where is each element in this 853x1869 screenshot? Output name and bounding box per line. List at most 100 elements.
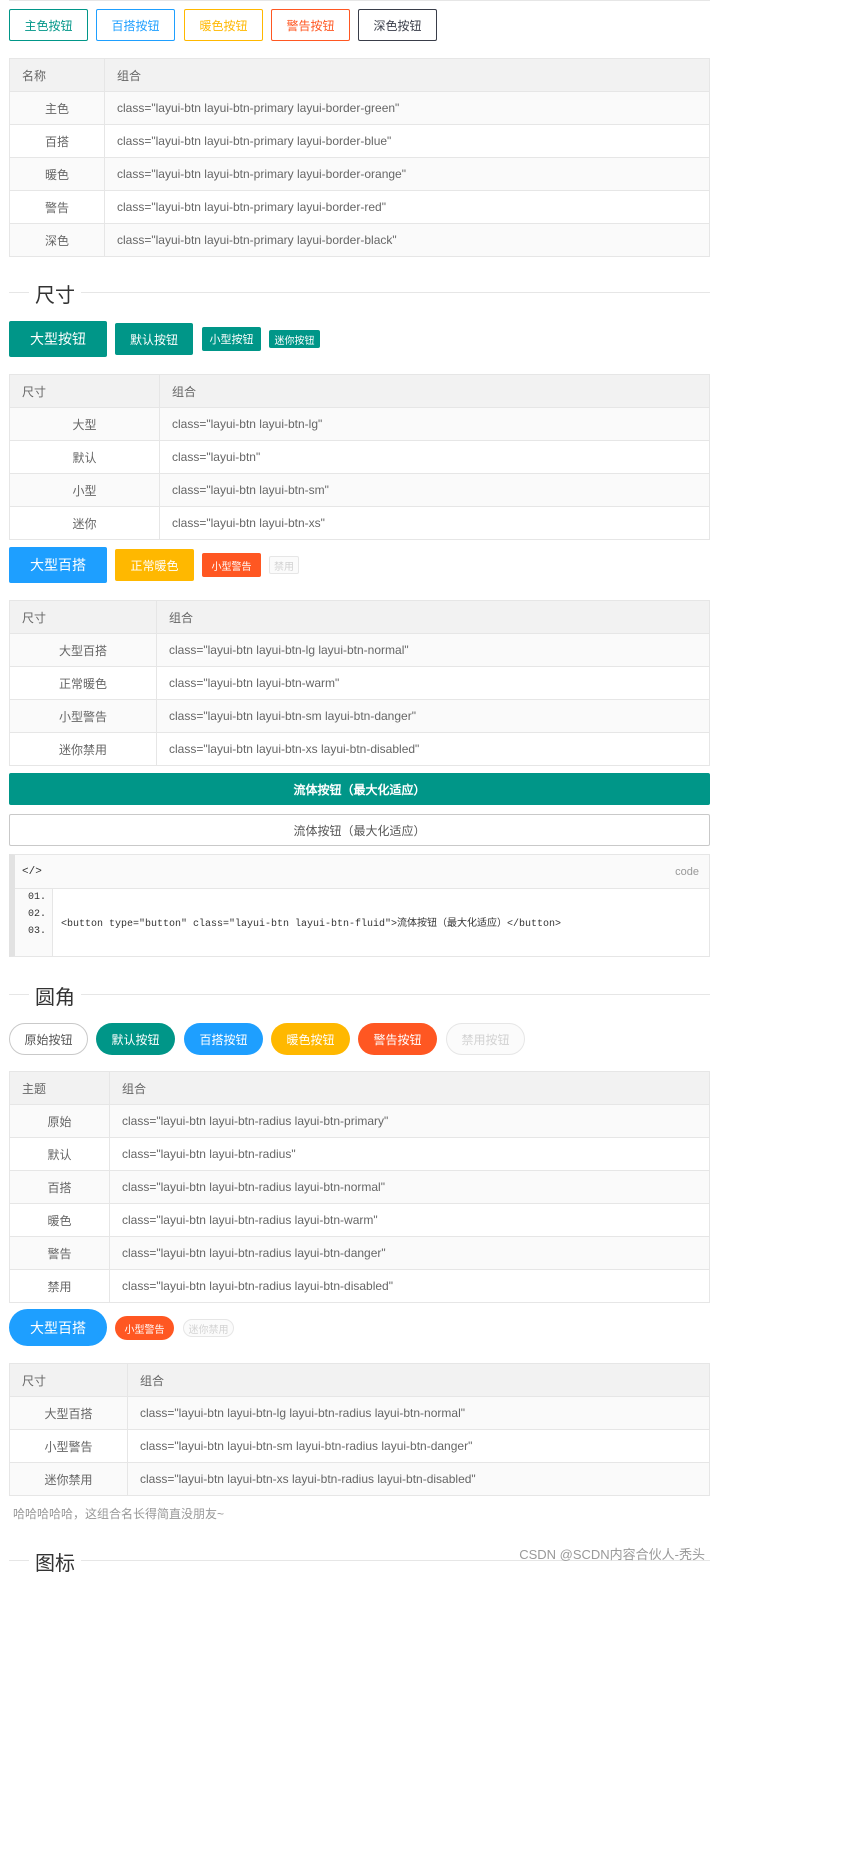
table-row: 大型百搭 class="layui-btn layui-btn-lg layui-… bbox=[9, 1396, 710, 1430]
table-row: 正常暖色 class="layui-btn layui-btn-warm" bbox=[9, 666, 710, 700]
table-cell: class="layui-btn layui-btn-warm" bbox=[156, 666, 710, 700]
table-cell: class="layui-btn layui-btn-primary layui… bbox=[104, 223, 710, 257]
table-header: 尺寸 bbox=[9, 1363, 128, 1397]
default-button[interactable]: 默认按钮 bbox=[115, 323, 193, 355]
radius-class-table: 主题 组合 原始 class="layui-btn layui-btn-radius… bbox=[9, 1071, 710, 1303]
table-cell: class="layui-btn" bbox=[159, 440, 710, 474]
code-header: </> code bbox=[15, 855, 709, 889]
table-cell: 禁用 bbox=[9, 1269, 110, 1303]
table-header: 组合 bbox=[156, 600, 710, 634]
table-cell: class="layui-btn layui-btn-xs layui-btn-… bbox=[156, 732, 710, 766]
table-cell: class="layui-btn layui-btn-primary layui… bbox=[104, 124, 710, 158]
table-cell: class="layui-btn layui-btn-lg" bbox=[159, 407, 710, 441]
border-black-button[interactable]: 深色按钮 bbox=[358, 9, 437, 41]
top-divider bbox=[9, 0, 710, 1]
radius-mix-class-table: 尺寸 组合 大型百搭 class="layui-btn layui-btn-lg l… bbox=[9, 1363, 710, 1496]
section-title: 图标 bbox=[29, 1547, 81, 1576]
table-row: 默认 class="layui-btn" bbox=[9, 440, 710, 474]
code-body: 01. 02. 03. <button type="button" class=… bbox=[15, 889, 709, 956]
border-orange-button[interactable]: 暖色按钮 bbox=[184, 9, 263, 41]
table-row: 警告 class="layui-btn layui-btn-primary lay… bbox=[9, 190, 710, 224]
table-row: 百搭 class="layui-btn layui-btn-radius layu… bbox=[9, 1170, 710, 1204]
table-row: 深色 class="layui-btn layui-btn-primary lay… bbox=[9, 223, 710, 257]
table-row: 暖色 class="layui-btn layui-btn-radius layu… bbox=[9, 1203, 710, 1237]
section-title: 圆角 bbox=[29, 981, 81, 1010]
small-danger-button[interactable]: 小型警告 bbox=[202, 553, 261, 577]
radius-normal-button[interactable]: 百搭按钮 bbox=[184, 1023, 263, 1055]
section-divider bbox=[9, 994, 710, 995]
table-cell: 百搭 bbox=[9, 124, 105, 158]
border-class-table: 名称 组合 主色 class="layui-btn layui-btn-primar… bbox=[9, 58, 710, 257]
table-cell: class="layui-btn layui-btn-radius layui-… bbox=[109, 1170, 710, 1204]
table-row: 暖色 class="layui-btn layui-btn-primary lay… bbox=[9, 157, 710, 191]
table-cell: 暖色 bbox=[9, 157, 105, 191]
table-row: 主色 class="layui-btn layui-btn-primary lay… bbox=[9, 91, 710, 125]
radius-large-normal-button[interactable]: 大型百搭 bbox=[9, 1309, 107, 1346]
radius-default-button[interactable]: 默认按钮 bbox=[96, 1023, 175, 1055]
table-cell: class="layui-btn layui-btn-primary layui… bbox=[104, 91, 710, 125]
radius-mini-disabled-button: 迷你禁用 bbox=[183, 1319, 234, 1337]
table-cell: 迷你 bbox=[9, 506, 160, 540]
table-header: 主题 bbox=[9, 1071, 110, 1105]
table-cell: 暖色 bbox=[9, 1203, 110, 1237]
border-red-button[interactable]: 警告按钮 bbox=[271, 9, 350, 41]
section-divider bbox=[9, 292, 710, 293]
radius-danger-button[interactable]: 警告按钮 bbox=[358, 1023, 437, 1055]
table-header: 尺寸 bbox=[9, 374, 160, 408]
table-cell: class="layui-btn layui-btn-sm layui-btn-… bbox=[127, 1429, 710, 1463]
fluid-button-default[interactable]: 流体按钮（最大化适应） bbox=[9, 814, 710, 846]
table-cell: 大型百搭 bbox=[9, 1396, 128, 1430]
table-cell: class="layui-btn layui-btn-radius layui-… bbox=[109, 1203, 710, 1237]
radius-warm-button[interactable]: 暖色按钮 bbox=[271, 1023, 350, 1055]
large-button[interactable]: 大型按钮 bbox=[9, 321, 107, 357]
table-cell: 默认 bbox=[9, 1137, 110, 1171]
table-row: 禁用 class="layui-btn layui-btn-radius layu… bbox=[9, 1269, 710, 1303]
table-cell: class="layui-btn layui-btn-sm layui-btn-… bbox=[156, 699, 710, 733]
table-header: 组合 bbox=[104, 58, 710, 92]
table-cell: 小型警告 bbox=[9, 1429, 128, 1463]
table-cell: 警告 bbox=[9, 1236, 110, 1270]
table-row: 原始 class="layui-btn layui-btn-radius layu… bbox=[9, 1104, 710, 1138]
code-label: code bbox=[675, 866, 699, 878]
table-cell: 迷你禁用 bbox=[9, 1462, 128, 1496]
border-green-button[interactable]: 主色按钮 bbox=[9, 9, 88, 41]
table-cell: class="layui-btn layui-btn-radius layui-… bbox=[109, 1269, 710, 1303]
table-cell: 迷你禁用 bbox=[9, 732, 157, 766]
line-number: 01. bbox=[27, 892, 46, 903]
table-cell: class="layui-btn layui-btn-primary layui… bbox=[104, 157, 710, 191]
table-cell: 默认 bbox=[9, 440, 160, 474]
table-cell: 小型警告 bbox=[9, 699, 157, 733]
line-number: 02. bbox=[27, 909, 46, 920]
table-cell: 正常暖色 bbox=[9, 666, 157, 700]
table-cell: 原始 bbox=[9, 1104, 110, 1138]
table-row: 迷你 class="layui-btn layui-btn-xs" bbox=[9, 506, 710, 540]
mini-button[interactable]: 迷你按钮 bbox=[269, 330, 320, 348]
border-blue-button[interactable]: 百搭按钮 bbox=[96, 9, 175, 41]
table-row: 小型警告 class="layui-btn layui-btn-sm layui-… bbox=[9, 699, 710, 733]
radius-primary-button[interactable]: 原始按钮 bbox=[9, 1023, 88, 1055]
table-header: 名称 bbox=[9, 58, 105, 92]
table-cell: 警告 bbox=[9, 190, 105, 224]
line-numbers: 01. 02. 03. bbox=[15, 889, 53, 956]
table-header: 组合 bbox=[127, 1363, 710, 1397]
table-header: 组合 bbox=[109, 1071, 710, 1105]
radius-small-danger-button[interactable]: 小型警告 bbox=[115, 1316, 174, 1340]
table-row: 默认 class="layui-btn layui-btn-radius" bbox=[9, 1137, 710, 1171]
section-title: 尺寸 bbox=[29, 279, 81, 308]
table-row: 警告 class="layui-btn layui-btn-radius layu… bbox=[9, 1236, 710, 1270]
table-cell: 百搭 bbox=[9, 1170, 110, 1204]
small-button[interactable]: 小型按钮 bbox=[202, 327, 261, 351]
table-row: 迷你禁用 class="layui-btn layui-btn-xs layui-… bbox=[9, 1462, 710, 1496]
size-class-table: 尺寸 组合 大型 class="layui-btn layui-btn-lg" 默认… bbox=[9, 374, 710, 540]
radius-disabled-button: 禁用按钮 bbox=[446, 1023, 525, 1055]
table-row: 百搭 class="layui-btn layui-btn-primary lay… bbox=[9, 124, 710, 158]
table-row: 大型 class="layui-btn layui-btn-lg" bbox=[9, 407, 710, 441]
mini-disabled-button: 禁用 bbox=[269, 556, 299, 574]
large-normal-button[interactable]: 大型百搭 bbox=[9, 547, 107, 583]
fluid-button-primary[interactable]: 流体按钮（最大化适应） bbox=[9, 773, 710, 805]
code-block: </> code 01. 02. 03. <button type="butto… bbox=[9, 854, 710, 957]
table-cell: 小型 bbox=[9, 473, 160, 507]
warm-button[interactable]: 正常暖色 bbox=[115, 549, 194, 581]
code-tag-icon: </> bbox=[22, 866, 42, 878]
line-number: 03. bbox=[27, 926, 46, 937]
